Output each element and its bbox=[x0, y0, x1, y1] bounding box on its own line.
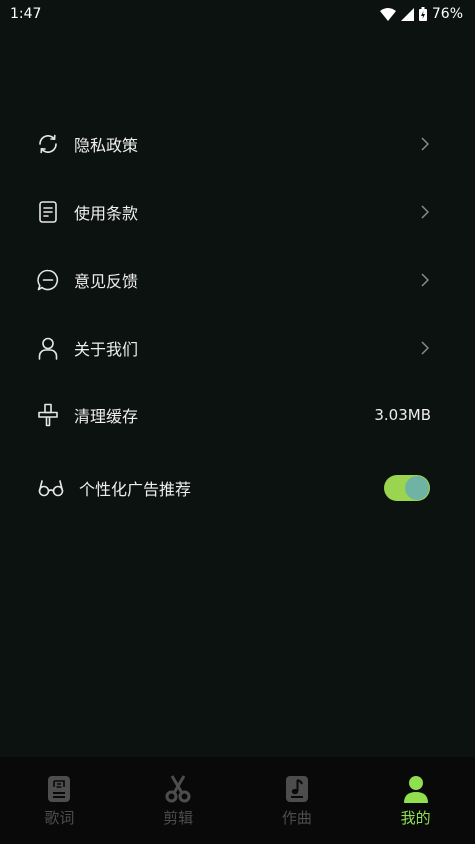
cache-size: 3.03MB bbox=[374, 406, 431, 424]
nav-item-edit[interactable]: 剪辑 bbox=[119, 757, 238, 844]
glasses-icon bbox=[38, 476, 64, 500]
settings-row-cache[interactable]: 清理缓存 3.03MB bbox=[0, 390, 475, 440]
chevron-right-icon bbox=[417, 137, 429, 151]
nav-item-mine[interactable]: 我的 bbox=[356, 757, 475, 844]
lyrics-icon bbox=[45, 775, 73, 803]
settings-row-privacy[interactable]: 隐私政策 bbox=[0, 119, 475, 169]
chat-bubble-icon bbox=[36, 268, 60, 292]
signal-icon bbox=[400, 7, 414, 21]
nav-label-edit: 剪辑 bbox=[163, 809, 194, 827]
status-icons: 76% bbox=[379, 6, 463, 22]
bottom-nav: 歌词 剪辑 作曲 我的 bbox=[0, 757, 475, 844]
chevron-right-icon bbox=[417, 273, 429, 287]
scissors-icon bbox=[164, 775, 192, 803]
document-icon bbox=[36, 200, 60, 224]
wifi-icon bbox=[379, 7, 396, 21]
settings-label-ads: 个性化广告推荐 bbox=[79, 480, 192, 499]
settings-row-feedback[interactable]: 意见反馈 bbox=[0, 255, 475, 305]
nav-label-lyrics: 歌词 bbox=[44, 809, 75, 827]
settings-label-about: 关于我们 bbox=[74, 340, 139, 359]
settings-label-feedback: 意见反馈 bbox=[74, 272, 139, 291]
settings-label-privacy: 隐私政策 bbox=[74, 136, 139, 155]
settings-label-terms: 使用条款 bbox=[74, 204, 139, 223]
sync-icon bbox=[36, 132, 60, 156]
nav-item-lyrics[interactable]: 歌词 bbox=[0, 757, 119, 844]
status-bar: 1:47 76% bbox=[0, 0, 475, 28]
settings-row-about[interactable]: 关于我们 bbox=[0, 323, 475, 373]
toggle-knob bbox=[405, 476, 429, 500]
chevron-right-icon bbox=[417, 205, 429, 219]
music-note-icon bbox=[283, 775, 311, 803]
person-icon bbox=[36, 336, 60, 360]
status-time: 1:47 bbox=[10, 6, 42, 22]
settings-row-ads: 个性化广告推荐 bbox=[0, 463, 475, 513]
battery-icon bbox=[418, 7, 427, 21]
brush-icon bbox=[36, 403, 60, 427]
settings-screen: 1:47 76% 隐私政策 使用条款 意见反馈 关于我们 清理缓存 3.03MB… bbox=[0, 0, 475, 844]
battery-level: 76% bbox=[431, 6, 463, 22]
ads-toggle[interactable] bbox=[384, 475, 430, 501]
nav-label-mine: 我的 bbox=[400, 809, 431, 827]
settings-label-cache: 清理缓存 bbox=[74, 407, 139, 426]
settings-row-terms[interactable]: 使用条款 bbox=[0, 187, 475, 237]
nav-label-compose: 作曲 bbox=[281, 809, 312, 827]
nav-item-compose[interactable]: 作曲 bbox=[238, 757, 357, 844]
profile-icon bbox=[402, 775, 430, 803]
chevron-right-icon bbox=[417, 341, 429, 355]
